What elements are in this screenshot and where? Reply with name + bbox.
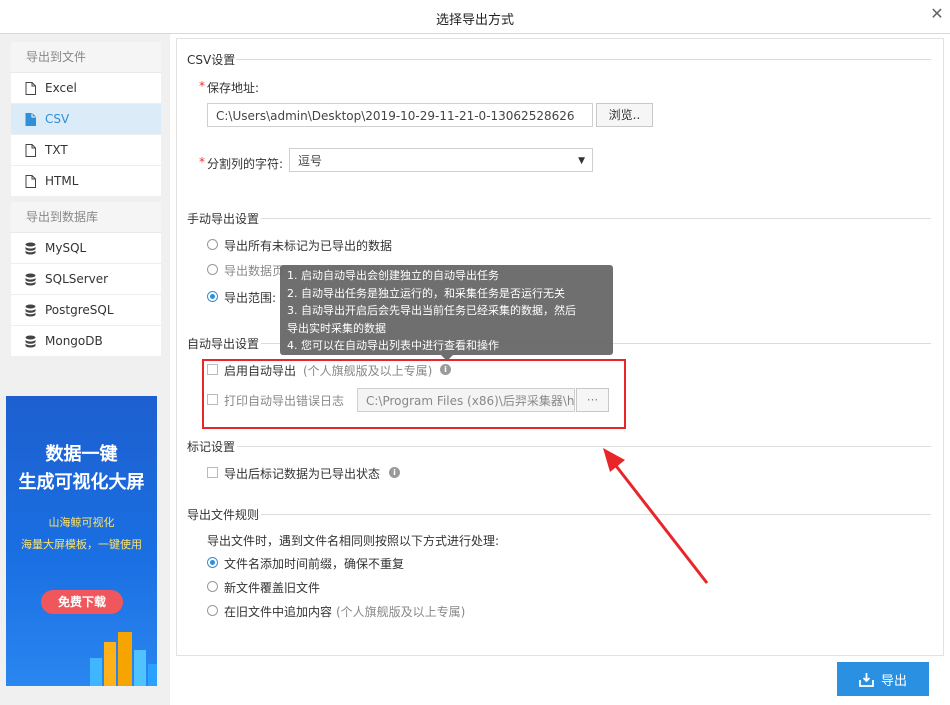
radio-label-export-range: 导出范围: bbox=[224, 291, 277, 305]
radio-export-unmarked[interactable] bbox=[207, 239, 218, 250]
sidebar-item-csv[interactable]: CSV bbox=[11, 104, 161, 135]
section-title-mark: 标记设置 bbox=[187, 440, 236, 454]
export-button-label: 导出 bbox=[880, 673, 907, 689]
radio-label-overwrite: 新文件覆盖旧文件 bbox=[224, 581, 321, 595]
tooltip-line: 导出实时采集的数据 bbox=[287, 321, 386, 335]
bar-blocks-illustration bbox=[90, 632, 157, 686]
banner-brand: 山海鲸可视化 bbox=[48, 516, 115, 529]
sidebar-item-excel[interactable]: Excel bbox=[11, 73, 161, 104]
section-divider bbox=[261, 218, 931, 219]
tooltip-line: 2. 自动导出任务是独立运行的，和采集任务是否运行无关 bbox=[287, 286, 565, 300]
radio-label-export-page: 导出数据页 bbox=[224, 264, 285, 278]
group-header-db: 导出到数据库 bbox=[11, 202, 161, 233]
sidebar-item-mysql[interactable]: MySQL bbox=[11, 233, 161, 264]
radio-append[interactable] bbox=[207, 605, 218, 616]
sidebar-item-mongodb[interactable]: MongoDB bbox=[11, 326, 161, 357]
dialog-title: 选择导出方式 bbox=[435, 13, 514, 28]
chevron-down-icon: ▼ bbox=[578, 156, 585, 166]
tooltip-arrow bbox=[441, 355, 453, 361]
radio-overwrite[interactable] bbox=[207, 581, 218, 592]
banner-headline-2: 生成可视化大屏 bbox=[18, 472, 145, 493]
section-title-manual: 手动导出设置 bbox=[187, 212, 260, 226]
rules-description: 导出文件时，遇到文件名相同则按照以下方式进行处理: bbox=[207, 534, 500, 548]
sidebar-item-label: Excel bbox=[45, 81, 77, 95]
file-export-group: 导出到文件 Excel CSV TXT HTML bbox=[11, 42, 161, 197]
sidebar-item-label: TXT bbox=[45, 143, 68, 157]
sidebar-item-postgresql[interactable]: PostgreSQL bbox=[11, 295, 161, 326]
annotation-arrow bbox=[603, 448, 709, 584]
sidebar-item-txt[interactable]: TXT bbox=[11, 135, 161, 166]
checkbox-mark-exported[interactable] bbox=[207, 467, 218, 478]
browse-button[interactable]: 浏览.. bbox=[596, 103, 653, 127]
delimiter-select[interactable]: 逗号 ▼ bbox=[289, 148, 593, 172]
highlight-box bbox=[202, 359, 626, 429]
sidebar-item-label: CSV bbox=[45, 112, 70, 126]
export-button[interactable]: 导出 bbox=[837, 662, 929, 696]
sidebar-item-label: MySQL bbox=[45, 241, 87, 255]
database-icon bbox=[23, 303, 37, 317]
section-title-csv: CSV设置 bbox=[187, 53, 236, 67]
info-icon[interactable]: i bbox=[389, 467, 400, 478]
required-mark: * bbox=[199, 155, 205, 169]
close-icon[interactable]: ✕ bbox=[928, 5, 946, 23]
save-path-label: 保存地址: bbox=[207, 81, 260, 95]
database-icon bbox=[23, 334, 37, 348]
sidebar-item-label: MongoDB bbox=[45, 334, 103, 348]
group-header-file: 导出到文件 bbox=[11, 42, 161, 73]
sidebar-item-html[interactable]: HTML bbox=[11, 166, 161, 197]
file-icon bbox=[23, 112, 37, 126]
database-icon bbox=[23, 241, 37, 255]
radio-label-append: 在旧文件中追加内容 bbox=[224, 605, 333, 619]
title-bar: 选择导出方式 ✕ bbox=[0, 0, 950, 34]
tooltip-line: 1. 启动自动导出会创建独立的自动导出任务 bbox=[287, 269, 499, 282]
section-divider bbox=[237, 446, 931, 447]
append-note: (个人旗舰版及以上专属) bbox=[336, 605, 466, 619]
save-path-input[interactable]: C:\Users\admin\Desktop\2019-10-29-11-21-… bbox=[207, 103, 593, 127]
file-icon bbox=[23, 81, 37, 95]
download-icon bbox=[859, 672, 874, 687]
tooltip-line: 3. 自动导出开启后会先导出当前任务已经采集的数据，然后 bbox=[287, 304, 576, 317]
section-title-rules: 导出文件规则 bbox=[187, 508, 260, 522]
sidebar-item-label: HTML bbox=[45, 174, 79, 188]
banner-headline-1: 数据一键 bbox=[45, 444, 118, 465]
sidebar-item-label: SQLServer bbox=[45, 272, 109, 286]
banner-download-button[interactable]: 免费下载 bbox=[41, 590, 123, 614]
radio-label-export-unmarked: 导出所有未标记为已导出的数据 bbox=[224, 239, 393, 253]
sidebar-item-label: PostgreSQL bbox=[45, 303, 114, 317]
promo-banner[interactable]: 数据一键 生成可视化大屏 山海鲸可视化 海量大屏模板，一键使用 免费下载 bbox=[6, 396, 157, 686]
radio-export-page[interactable] bbox=[207, 264, 218, 275]
radio-add-time-prefix[interactable] bbox=[207, 557, 218, 568]
file-icon bbox=[23, 143, 37, 157]
mark-exported-label: 导出后标记数据为已导出状态 bbox=[224, 467, 381, 481]
auto-export-tooltip: 1. 启动自动导出会创建独立的自动导出任务 2. 自动导出任务是独立运行的，和采… bbox=[280, 265, 613, 355]
section-divider bbox=[236, 59, 931, 60]
banner-tagline: 海量大屏模板，一键使用 bbox=[21, 538, 142, 551]
tooltip-line: 4. 您可以在自动导出列表中进行查看和操作 bbox=[287, 339, 499, 352]
database-icon bbox=[23, 272, 37, 286]
db-export-group: 导出到数据库 MySQL SQLServer PostgreSQL MongoD… bbox=[11, 202, 161, 357]
radio-label-add-time-prefix: 文件名添加时间前缀，确保不重复 bbox=[224, 557, 405, 571]
delimiter-label: 分割列的字符: bbox=[207, 157, 284, 171]
sidebar-item-sqlserver[interactable]: SQLServer bbox=[11, 264, 161, 295]
delimiter-value: 逗号 bbox=[298, 154, 323, 168]
section-title-auto: 自动导出设置 bbox=[187, 337, 260, 351]
file-icon bbox=[23, 174, 37, 188]
radio-export-range[interactable] bbox=[207, 291, 218, 302]
required-mark: * bbox=[199, 79, 205, 93]
